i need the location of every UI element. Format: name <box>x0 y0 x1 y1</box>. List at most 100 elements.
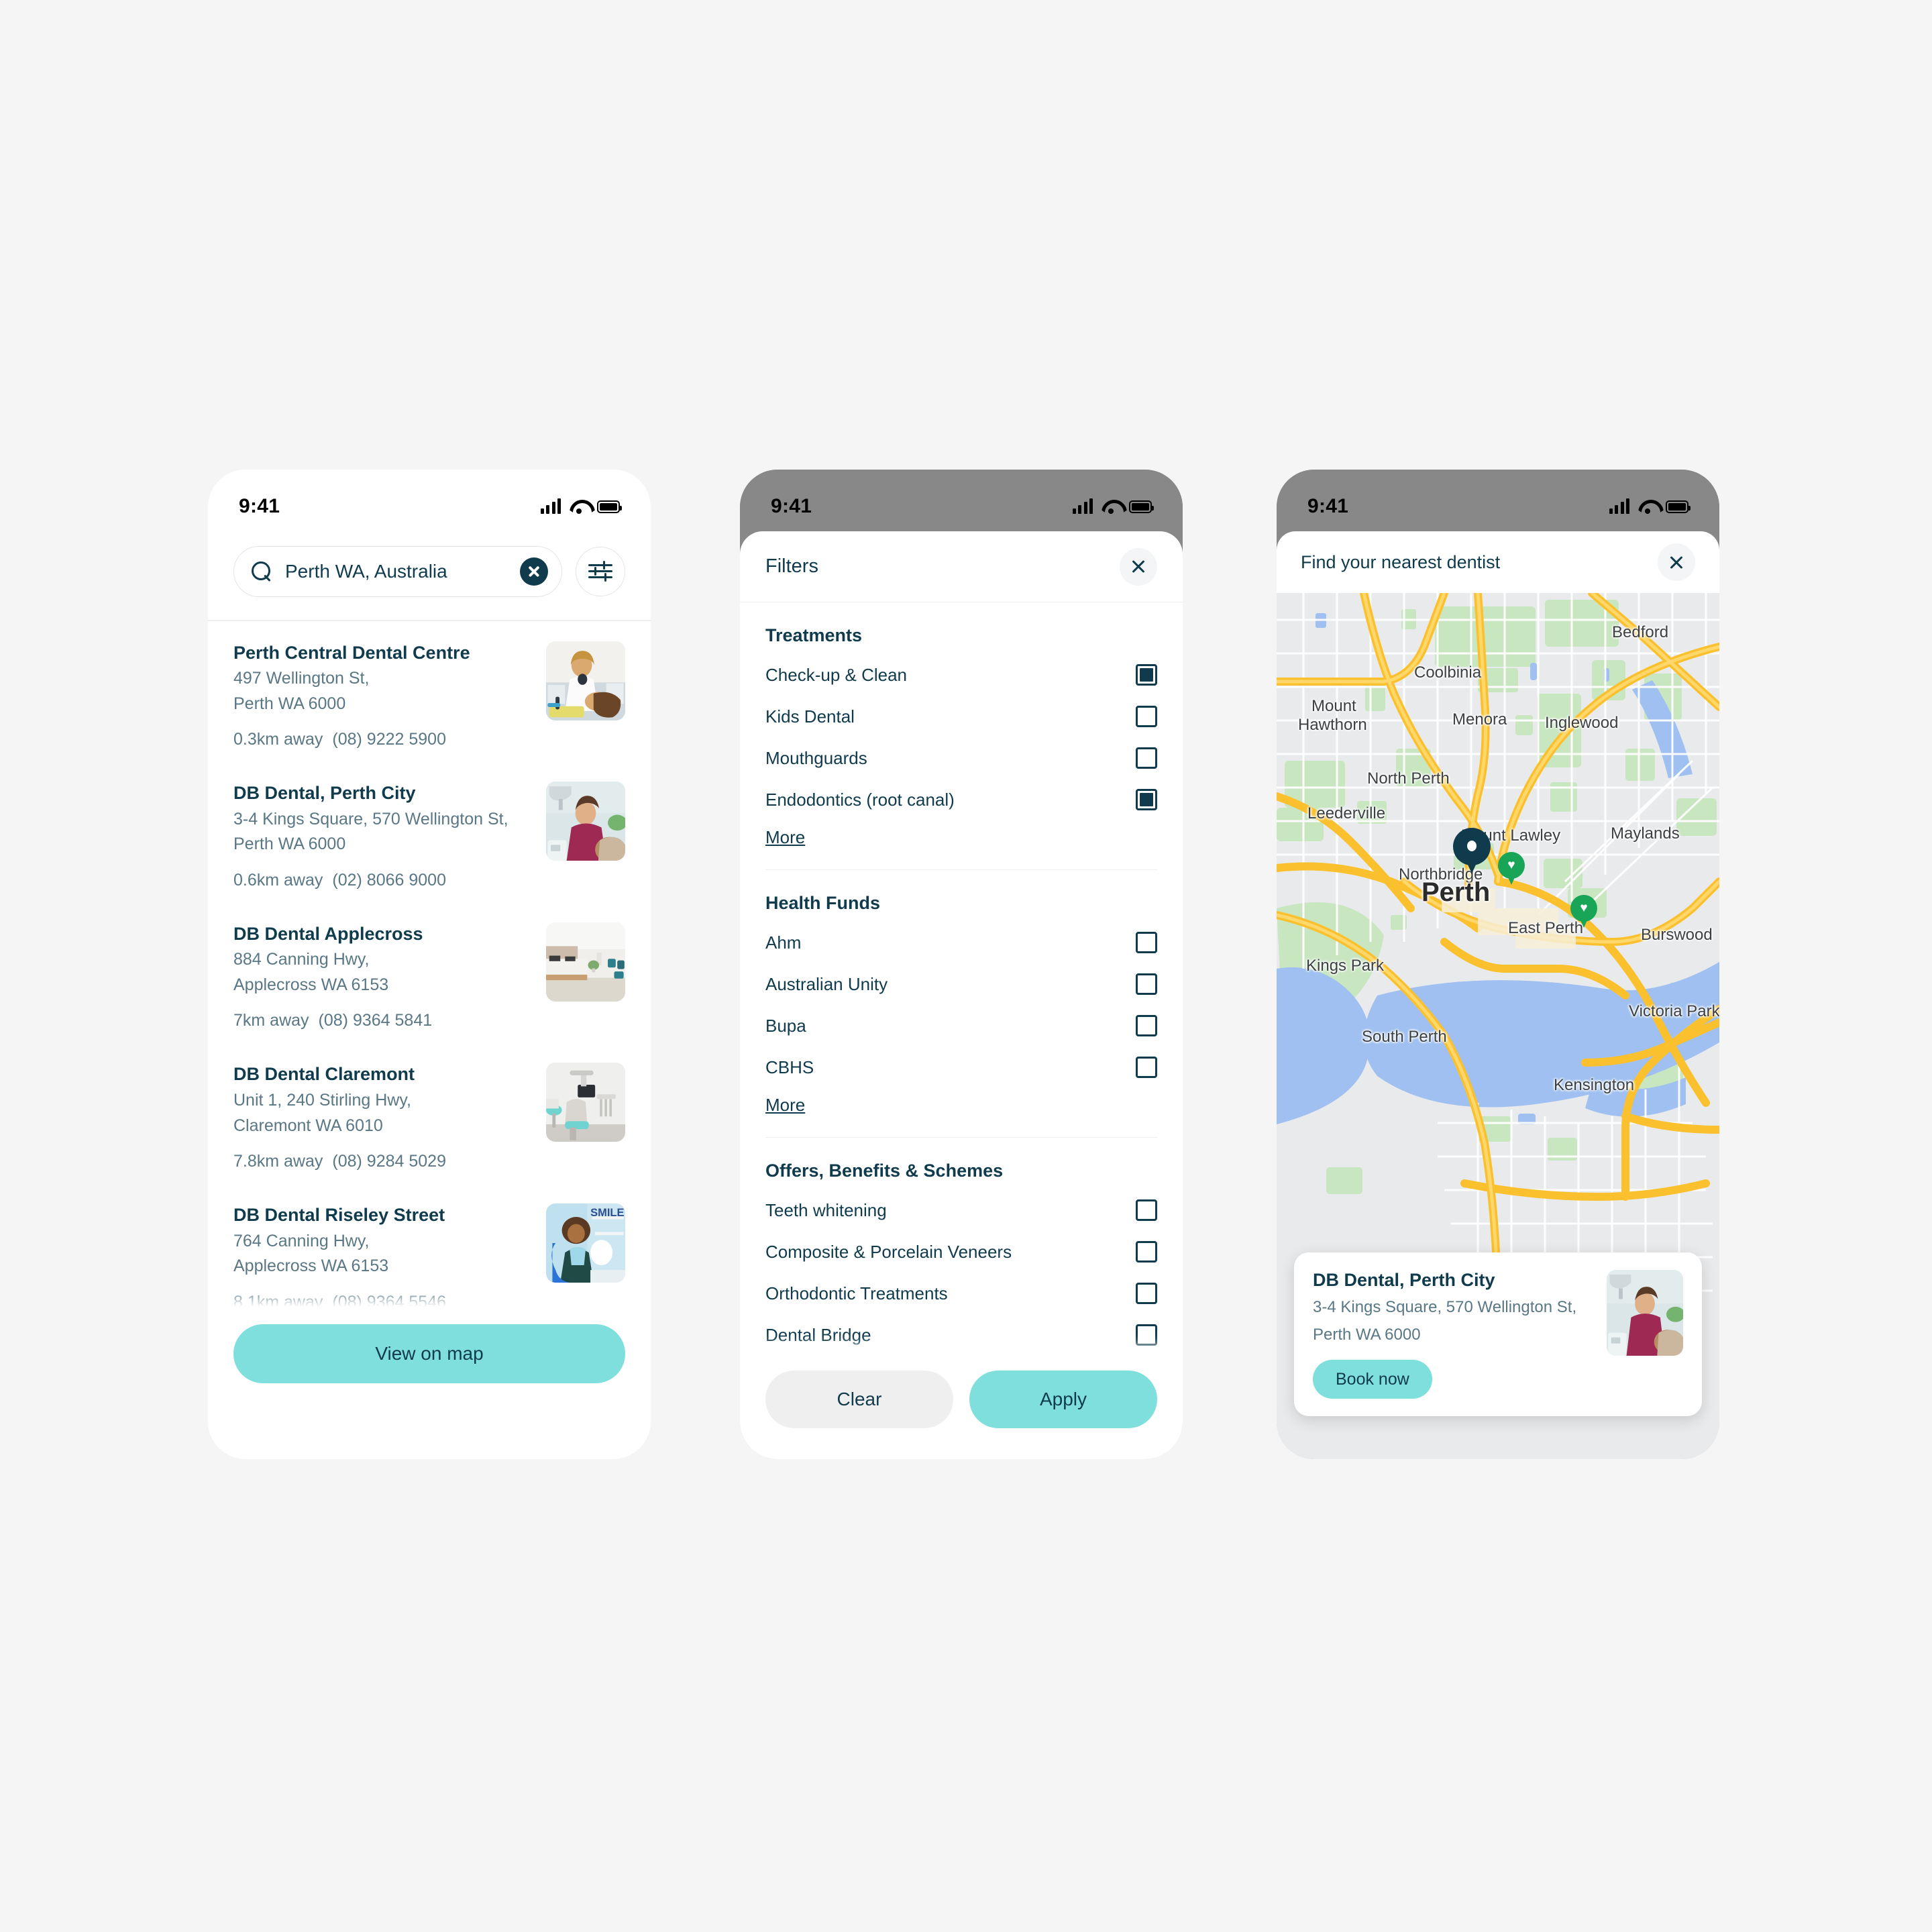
wifi-icon <box>1102 500 1120 514</box>
clear-search-button[interactable] <box>520 557 548 586</box>
list-item-text: DB Dental Claremont Unit 1, 240 Stirling… <box>233 1063 530 1171</box>
map-label: Mount <box>1311 697 1356 715</box>
map-canvas[interactable]: Bedford Coolbinia Mount Hawthorn Menora … <box>1277 593 1719 1459</box>
show-more-treatments-link[interactable]: More <box>765 827 805 848</box>
filter-option-row[interactable]: Mouthguards <box>765 737 1157 779</box>
dentist-treating-patient-photo <box>1607 1269 1683 1356</box>
map-label: Bedford <box>1612 623 1669 641</box>
map-label: North Perth <box>1367 769 1450 788</box>
map-label: Inglewood <box>1545 714 1619 732</box>
map-label: Menora <box>1452 710 1507 729</box>
filter-group-title: Health Funds <box>765 893 881 913</box>
phone-screen-filters: 9:41 Filters Treatments Check-up & Clean <box>740 470 1183 1459</box>
filter-group-title: Offers, Benefits & Schemes <box>765 1161 1004 1181</box>
clinic-name: DB Dental Claremont <box>233 1064 415 1085</box>
filter-checkbox[interactable] <box>1136 664 1157 686</box>
dentist-treating-patient-photo <box>546 782 625 861</box>
filter-checkbox[interactable] <box>1136 1057 1157 1078</box>
clinic-name: DB Dental Applecross <box>233 923 423 944</box>
clinic-reception-photo <box>546 922 625 1002</box>
phone-screen-map: 9:41 Find your nearest dentist Bedford C… <box>1277 470 1719 1459</box>
filter-group-offers: Offers, Benefits & Schemes Teeth whiteni… <box>765 1137 1157 1352</box>
results-list[interactable]: Perth Central Dental Centre 497 Wellingt… <box>208 621 651 1307</box>
clinic-thumbnail <box>1607 1269 1683 1356</box>
wifi-icon <box>570 500 588 514</box>
filter-option-row[interactable]: Ahm <box>765 922 1157 963</box>
clear-filters-button[interactable]: Clear <box>765 1371 953 1428</box>
filter-checkbox[interactable] <box>1136 747 1157 769</box>
filters-header: Filters <box>740 531 1183 602</box>
filter-option-row[interactable]: Orthodontic Treatments <box>765 1273 1157 1314</box>
filter-checkbox[interactable] <box>1136 706 1157 727</box>
book-now-button[interactable]: Book now <box>1313 1360 1432 1399</box>
status-bar: 9:41 <box>208 470 651 531</box>
show-more-health-funds-link[interactable]: More <box>765 1095 805 1116</box>
filter-option-row[interactable]: Bupa <box>765 1005 1157 1046</box>
status-icons <box>540 498 622 514</box>
map-label: Kensington <box>1554 1076 1635 1094</box>
filter-group-health-funds: Health Funds Ahm Australian Unity Bupa C… <box>765 869 1157 1116</box>
clinic-name: DB Dental Riseley Street <box>233 1205 445 1225</box>
list-item[interactable]: DB Dental Riseley Street 764 Canning Hwy… <box>208 1183 651 1307</box>
clinic-address-line1: 764 Canning Hwy, <box>233 1231 370 1250</box>
list-item[interactable]: DB Dental, Perth City 3-4 Kings Square, … <box>208 761 651 902</box>
map-title: Find your nearest dentist <box>1301 551 1501 572</box>
open-filters-button[interactable] <box>576 547 625 596</box>
clinic-address-line2: Perth WA 6000 <box>233 694 346 713</box>
battery-icon <box>1666 500 1690 513</box>
search-bar-row: Perth WA, Australia <box>208 531 651 620</box>
close-map-button[interactable] <box>1658 543 1695 581</box>
filter-option-row[interactable]: CBHS <box>765 1046 1157 1088</box>
close-filters-button[interactable] <box>1120 547 1157 586</box>
filter-option-label: Composite & Porcelain Veneers <box>765 1241 1012 1262</box>
clinic-address-line2: Claremont WA 6010 <box>233 1116 383 1135</box>
map-label: Hawthorn <box>1298 716 1367 734</box>
search-input[interactable]: Perth WA, Australia <box>233 546 562 597</box>
filter-checkbox[interactable] <box>1136 1283 1157 1304</box>
map-clinic-card[interactable]: DB Dental, Perth City 3-4 Kings Square, … <box>1294 1252 1702 1416</box>
filter-option-label: Kids Dental <box>765 706 855 727</box>
clinic-thumbnail <box>546 1063 625 1142</box>
map-pin-icon[interactable] <box>1453 828 1491 875</box>
map-label: Victoria Park <box>1629 1002 1719 1020</box>
filter-option-label: Teeth whitening <box>765 1199 887 1220</box>
clinic-distance: 0.3km away <box>233 730 323 749</box>
canvas: 9:41 Perth WA, Australia Perth Central D… <box>0 0 1932 1932</box>
smiling-patient-mirror-photo: SMILE <box>546 1203 625 1283</box>
filter-checkbox[interactable] <box>1136 1199 1157 1221</box>
filter-option-row[interactable]: Australian Unity <box>765 963 1157 1005</box>
filter-option-label: Check-up & Clean <box>765 664 907 685</box>
filter-group-title: Treatments <box>765 625 863 645</box>
clinic-address-line1: Unit 1, 240 Stirling Hwy, <box>233 1091 411 1110</box>
filter-checkbox[interactable] <box>1136 973 1157 995</box>
filter-option-row[interactable]: Dental Bridge <box>765 1314 1157 1352</box>
dentist-pin-icon[interactable]: ♥ <box>1570 895 1597 930</box>
clinic-thumbnail <box>546 641 625 720</box>
filter-checkbox[interactable] <box>1136 1241 1157 1263</box>
status-bar: 9:41 <box>740 470 1183 531</box>
filter-checkbox[interactable] <box>1136 932 1157 953</box>
filter-option-row[interactable]: Teeth whitening <box>765 1189 1157 1231</box>
list-item[interactable]: Perth Central Dental Centre 497 Wellingt… <box>208 621 651 762</box>
map-label: South Perth <box>1362 1028 1447 1046</box>
apply-filters-button[interactable]: Apply <box>969 1371 1157 1428</box>
clinic-name: DB Dental, Perth City <box>1313 1269 1495 1290</box>
filter-option-row[interactable]: Composite & Porcelain Veneers <box>765 1231 1157 1273</box>
filters-title: Filters <box>765 555 818 577</box>
filters-body[interactable]: Treatments Check-up & Clean Kids Dental … <box>740 602 1183 1352</box>
phone-screen-results: 9:41 Perth WA, Australia Perth Central D… <box>208 470 651 1459</box>
view-on-map-button[interactable]: View on map <box>233 1324 625 1383</box>
filter-checkbox[interactable] <box>1136 1015 1157 1036</box>
filter-option-row[interactable]: Kids Dental <box>765 696 1157 737</box>
list-item[interactable]: DB Dental Applecross 884 Canning Hwy, Ap… <box>208 902 651 1043</box>
list-item[interactable]: DB Dental Claremont Unit 1, 240 Stirling… <box>208 1042 651 1183</box>
clinic-thumbnail: SMILE <box>546 1203 625 1283</box>
filter-option-label: Endodontics (root canal) <box>765 789 955 810</box>
search-icon <box>252 561 272 582</box>
dentist-pin-icon[interactable]: ♥ <box>1498 852 1525 887</box>
filter-option-row[interactable]: Check-up & Clean <box>765 654 1157 696</box>
filter-checkbox[interactable] <box>1136 789 1157 810</box>
clinic-thumbnail <box>546 782 625 861</box>
filter-checkbox[interactable] <box>1136 1324 1157 1346</box>
filter-option-row[interactable]: Endodontics (root canal) <box>765 779 1157 820</box>
